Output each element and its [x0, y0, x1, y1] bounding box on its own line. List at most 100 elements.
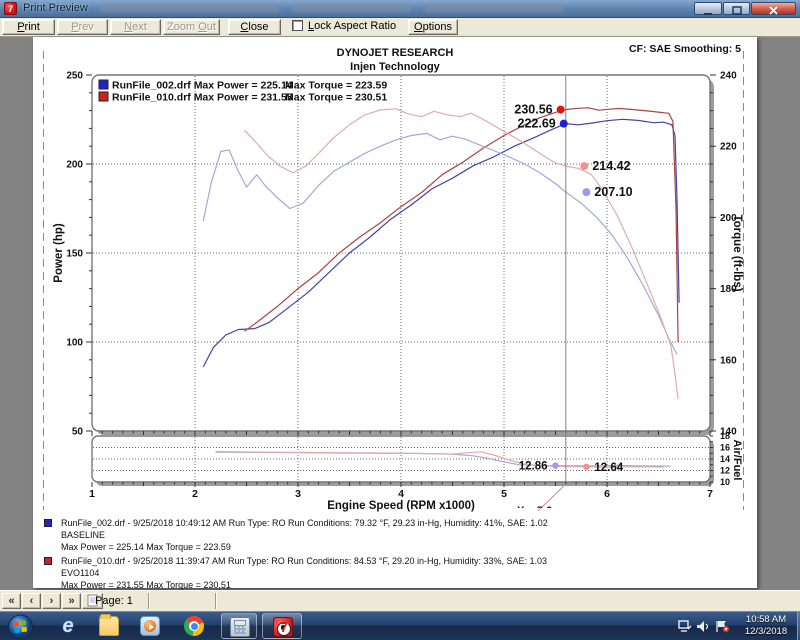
- page-number-label: Page: 1: [95, 595, 133, 607]
- prev-page-button[interactable]: ‹: [22, 593, 41, 609]
- airfuel-tick-label: 12: [720, 466, 730, 476]
- start-button[interactable]: [7, 614, 34, 639]
- marker-dot: [580, 162, 588, 170]
- clock-date: 12/3/2018: [738, 626, 794, 638]
- checkbox-label: Lock Aspect Ratio: [308, 20, 396, 32]
- windows-explorer-icon[interactable]: [99, 616, 119, 636]
- marker-value-label: 12.64: [594, 462, 623, 474]
- dyno-chart: 2502001501005024022020018016014018161412…: [33, 37, 757, 588]
- torque-axis-title: Torque (ft-lbs): [731, 214, 743, 291]
- run-color-swatch: [44, 557, 52, 565]
- winpep-taskbar-button[interactable]: 7: [262, 613, 302, 639]
- run-info-baseline: RunFile_002.drf - 9/25/2018 10:49:12 AM …: [44, 517, 548, 553]
- correction-factor-label: CF: SAE Smoothing: 5: [629, 43, 741, 55]
- screen: 7 Print Preview Print Prev Next Zoom Out…: [0, 0, 800, 640]
- rpm-tick-label: 2: [192, 488, 198, 500]
- options-button[interactable]: Options: [408, 19, 458, 35]
- run-info-line: Max Power = 225.14 Max Torque = 223.59: [61, 541, 548, 553]
- window-title: Print Preview: [23, 2, 88, 14]
- torque-tick-label: 160: [720, 355, 737, 366]
- network-tray-icon[interactable]: [678, 620, 692, 638]
- legend-swatch: [99, 92, 108, 101]
- statusbar: « ‹ › » Page: 1: [0, 590, 800, 611]
- last-page-button[interactable]: »: [62, 593, 81, 609]
- power-tick-label: 150: [66, 249, 83, 260]
- restore-button[interactable]: [723, 2, 750, 15]
- rpm-tick-label: 7: [707, 488, 713, 500]
- preview-area: DYNOJET RESEARCH Injen Technology CF: SA…: [0, 37, 800, 590]
- play-icon: [149, 624, 154, 630]
- print-preview-toolbar: Print Prev Next Zoom Out Close Close Loc…: [0, 18, 800, 37]
- run-color-swatch: [44, 519, 52, 527]
- redacted-title-text: [424, 4, 564, 13]
- minimize-button[interactable]: [694, 2, 722, 15]
- rpm-tick-label: 3: [295, 488, 301, 500]
- marker-value-label: 214.42: [592, 159, 630, 173]
- close-window-button[interactable]: [751, 2, 796, 15]
- next-button[interactable]: Next: [110, 19, 161, 35]
- run-info-evo1104: RunFile_010.drf - 9/25/2018 11:39:47 AM …: [44, 555, 547, 591]
- volume-tray-icon[interactable]: [696, 620, 710, 638]
- airfuel-tick-label: 14: [720, 454, 730, 464]
- chrome-icon[interactable]: [184, 616, 204, 636]
- power-tick-label: 50: [72, 427, 84, 438]
- action-center-tray-icon[interactable]: [715, 620, 730, 638]
- first-page-button[interactable]: «: [2, 593, 21, 609]
- titlebar: 7 Print Preview: [0, 0, 800, 18]
- marker-value-label: 230.56: [514, 103, 552, 117]
- legend-swatch: [99, 80, 108, 89]
- cursor-x-label: X = 5.6: [517, 505, 552, 517]
- statusbar-divider: [148, 593, 150, 609]
- marker-value-label: 222.69: [518, 117, 556, 131]
- calculator-taskbar-button[interactable]: [221, 613, 257, 639]
- zoom-out-button[interactable]: Zoom Out: [163, 19, 220, 35]
- legend-entry: RunFile_002.drf Max Power = 225.14Max To…: [112, 80, 387, 92]
- report-subtitle: Injen Technology: [33, 61, 757, 73]
- close-preview-button[interactable]: Close: [228, 19, 281, 35]
- airfuel-tick-label: 10: [720, 477, 730, 487]
- winpep-seven: 7: [274, 619, 294, 635]
- legend-entry: RunFile_010.drf Max Power = 231.55Max To…: [112, 92, 387, 104]
- run-info-line: RunFile_002.drf - 9/25/2018 10:49:12 AM …: [61, 517, 548, 529]
- winpep-app-icon: 7: [4, 2, 17, 15]
- run-info-line: BASELINE: [61, 529, 548, 541]
- marker-dot: [582, 188, 590, 196]
- redacted-title-text: [100, 4, 280, 13]
- taskbar-clock[interactable]: 10:58 AM 12/3/2018: [738, 614, 794, 638]
- next-page-button[interactable]: ›: [42, 593, 61, 609]
- redacted-title-text: [292, 4, 412, 13]
- run-info-line: Max Power = 231.55 Max Torque = 230.51: [61, 579, 547, 591]
- marker-dot: [583, 464, 589, 470]
- report-page: DYNOJET RESEARCH Injen Technology CF: SA…: [33, 37, 757, 588]
- airfuel-tick-label: 18: [720, 431, 730, 441]
- marker-value-label: 12.86: [519, 461, 548, 473]
- rpm-tick-label: 5: [501, 488, 507, 500]
- internet-explorer-icon[interactable]: e: [58, 616, 78, 636]
- marker-dot: [552, 462, 558, 468]
- rpm-axis-title: Engine Speed (RPM x1000): [327, 500, 475, 512]
- run-info-line: EVO1104: [61, 567, 547, 579]
- power-axis-title: Power (hp): [53, 223, 65, 283]
- power-tick-label: 100: [66, 338, 83, 349]
- marker-dot: [557, 106, 565, 114]
- airfuel-tick-label: 16: [720, 443, 730, 453]
- rpm-tick-label: 4: [398, 488, 404, 500]
- clock-time: 10:58 AM: [738, 614, 794, 626]
- calculator-icon: [230, 617, 250, 637]
- power-tick-label: 200: [66, 160, 83, 171]
- lock-aspect-ratio-checkbox[interactable]: Lock Aspect Ratio: [292, 20, 396, 34]
- statusbar-divider: [215, 593, 217, 609]
- torque-tick-label: 220: [720, 142, 737, 153]
- prev-button[interactable]: Prev: [57, 19, 108, 35]
- checkbox-box[interactable]: [292, 20, 303, 31]
- rpm-tick-label: 6: [604, 488, 610, 500]
- run-info-line: RunFile_010.drf - 9/25/2018 11:39:47 AM …: [61, 555, 547, 567]
- media-player-icon[interactable]: [140, 616, 160, 636]
- taskbar: e 7 10:58 AM 12/3/2018: [0, 611, 800, 640]
- marker-dot: [560, 120, 568, 128]
- marker-value-label: 207.10: [594, 185, 632, 199]
- rpm-tick-label: 1: [89, 488, 95, 500]
- airfuel-axis-title: Air/Fuel: [731, 440, 743, 481]
- print-button[interactable]: Print: [2, 19, 55, 35]
- winpep-icon: 7: [273, 617, 293, 637]
